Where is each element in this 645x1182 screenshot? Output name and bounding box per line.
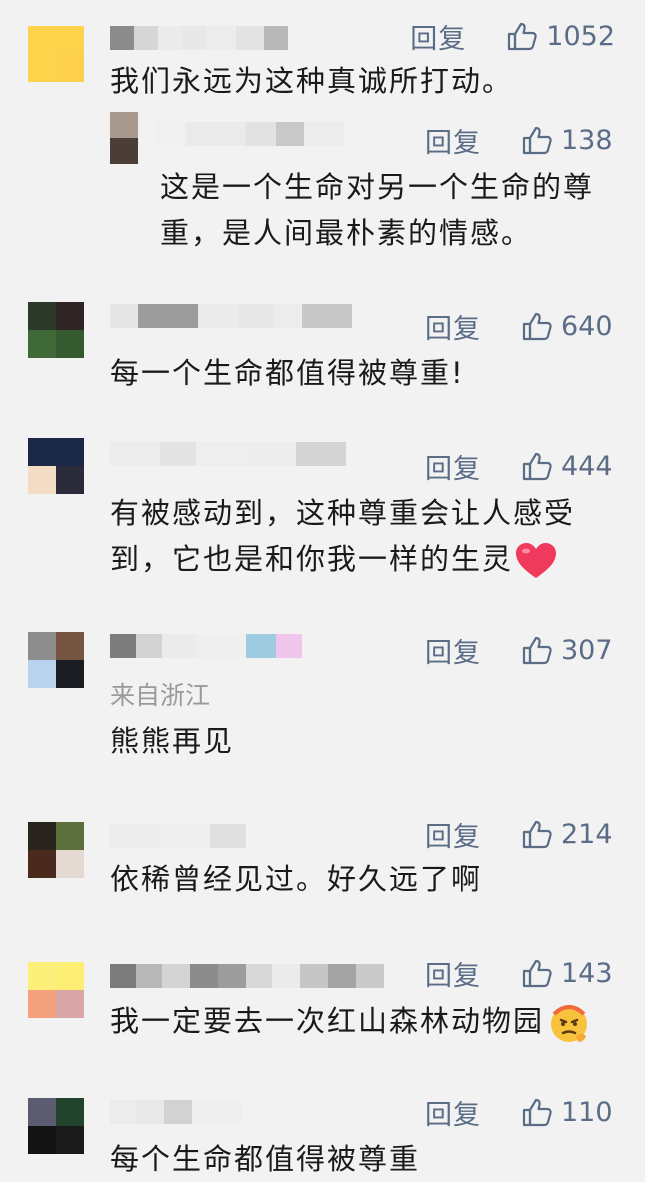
thumbs-up-icon[interactable] [521,1096,553,1128]
thinking-face-emoji-icon [551,1005,588,1042]
username-blurred[interactable] [110,304,352,328]
comment-text: 我们永远为这种真诚所打动。 [110,64,514,98]
comment-text-body: 有被感动到，这种尊重会让人感受到，它也是和你我一样的生灵 [110,496,576,576]
comment-text: 每一个生命都值得被尊重! [110,356,465,390]
thumbs-up-icon[interactable] [521,957,553,989]
action-row: 回复 143 [425,953,615,993]
like-count: 640 [561,310,613,342]
comment-text: 我一定要去一次红山森林动物园 [110,998,615,1044]
avatar[interactable] [28,302,84,358]
action-row: 回复 110 [425,1092,615,1132]
like-count: 307 [561,634,613,666]
thumbs-up-icon[interactable] [521,818,553,850]
thumbs-up-icon[interactable] [506,20,538,52]
username-blurred[interactable] [156,122,344,146]
like-count: 138 [561,124,613,156]
username-blurred[interactable] [110,1100,242,1124]
comment-text: 这是一个生命对另一个生命的尊重，是人间最朴素的情感。 [160,170,595,250]
action-row: 回复 214 [425,814,615,854]
like-count: 110 [561,1096,613,1128]
like-count: 214 [561,818,613,850]
avatar[interactable] [28,26,84,82]
action-row: 回复 444 [425,446,615,486]
thumbs-up-icon[interactable] [521,450,553,482]
action-row: 回复 138 [425,120,615,160]
location-label: 来自浙江 [110,681,211,710]
avatar[interactable] [28,1098,84,1154]
red-heart-emoji-icon [516,543,557,578]
comment-text: 熊熊再见 [110,724,235,758]
comment-text: 有被感动到，这种尊重会让人感受到，它也是和你我一样的生灵 [110,490,615,582]
comment-text: 依稀曾经见过。好久远了啊 [110,862,483,896]
username-blurred[interactable] [110,26,288,50]
thumbs-up-icon[interactable] [521,124,553,156]
thumbs-up-icon[interactable] [521,310,553,342]
reply-button[interactable]: 回复 [425,631,481,670]
avatar[interactable] [28,632,84,688]
like-count: 1052 [546,20,615,52]
like-count: 143 [561,957,613,989]
avatar[interactable] [28,962,84,1018]
reply-button[interactable]: 回复 [425,1093,481,1132]
reply-button[interactable]: 回复 [425,447,481,486]
avatar[interactable] [110,112,138,164]
reply-button[interactable]: 回复 [425,121,481,160]
like-count: 444 [561,450,613,482]
reply-button[interactable]: 回复 [425,815,481,854]
action-row: 回复 640 [425,306,615,346]
action-row: 回复 307 [425,630,615,670]
username-blurred[interactable] [110,442,346,466]
username-blurred[interactable] [110,634,302,658]
avatar[interactable] [28,438,84,494]
avatar[interactable] [28,822,84,878]
thumbs-up-icon[interactable] [521,634,553,666]
action-row: 回复 1052 [410,16,615,56]
reply-button[interactable]: 回复 [425,307,481,346]
username-blurred[interactable] [110,824,246,848]
username-blurred[interactable] [110,964,384,988]
reply-button[interactable]: 回复 [425,954,481,993]
comment-text-body: 我一定要去一次红山森林动物园 [110,1004,545,1038]
comment-text: 每个生命都值得被尊重 [110,1142,421,1176]
reply-button[interactable]: 回复 [410,17,466,56]
